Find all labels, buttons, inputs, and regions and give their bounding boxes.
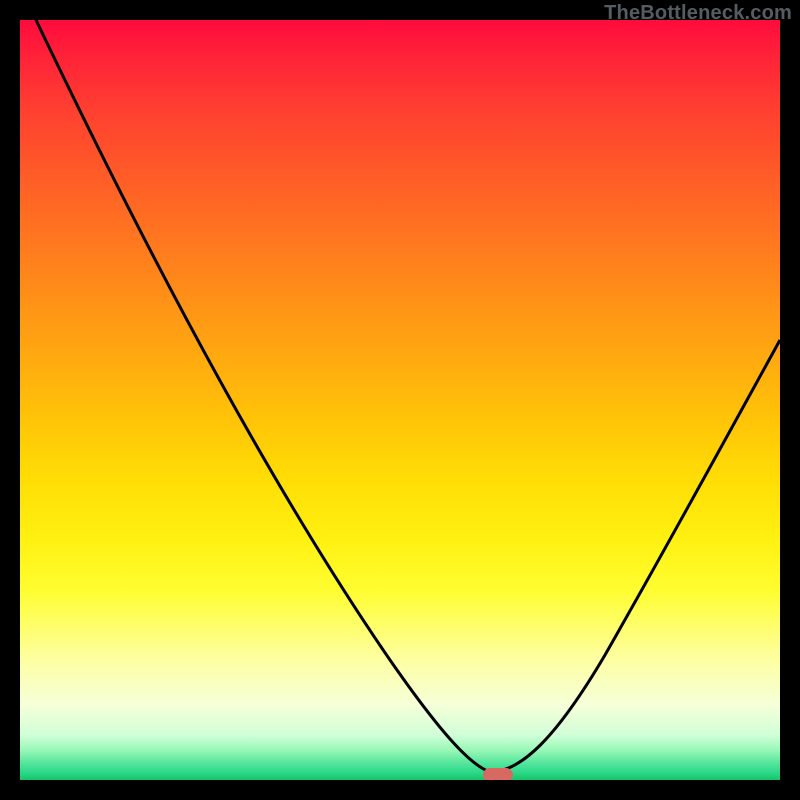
chart-frame: TheBottleneck.com xyxy=(0,0,800,800)
plot-area xyxy=(20,20,780,780)
attribution-watermark: TheBottleneck.com xyxy=(604,2,792,25)
optimum-marker xyxy=(483,768,513,780)
bottleneck-curve xyxy=(20,20,780,780)
curve-path xyxy=(36,20,780,772)
